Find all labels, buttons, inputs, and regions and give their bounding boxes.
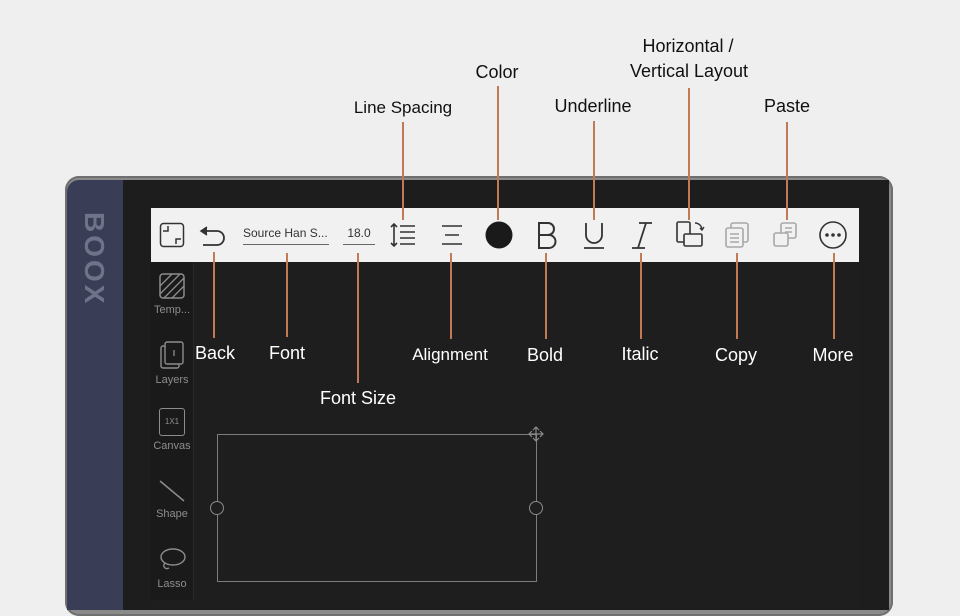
callout-alignment: Alignment <box>412 345 488 364</box>
callout-layout-line2: Vertical Layout <box>629 61 749 81</box>
paste-button[interactable] <box>769 208 801 262</box>
callout-underline: Underline <box>554 96 632 116</box>
alignment-button[interactable] <box>437 208 467 262</box>
leader-underline <box>593 121 595 220</box>
sidebar-item-canvas[interactable]: 1X1 Canvas <box>151 408 193 452</box>
sidebar-item-label: Shape <box>156 508 188 520</box>
callout-color: Color <box>475 62 519 82</box>
callout-bold: Bold <box>526 345 564 365</box>
leader-color <box>497 86 499 220</box>
canvas-size-icon: 1X1 <box>159 408 185 436</box>
layout-rotate-icon <box>676 221 705 247</box>
resize-handle-left[interactable] <box>210 501 224 515</box>
leader-bold <box>545 253 547 339</box>
leader-italic <box>640 253 642 339</box>
font-size-selector[interactable]: 18.0 <box>343 226 375 245</box>
sidebar-item-label: Canvas <box>153 440 191 452</box>
leader-font-size <box>357 253 359 383</box>
italic-icon <box>632 222 652 249</box>
callout-back: Back <box>194 343 236 363</box>
lasso-icon <box>160 548 186 570</box>
paste-icon <box>773 222 797 247</box>
callout-copy: Copy <box>714 345 758 365</box>
callout-font: Font <box>268 343 306 363</box>
sidebar-item-shape[interactable]: Shape <box>151 478 193 520</box>
leader-alignment <box>450 253 452 339</box>
italic-button[interactable] <box>627 208 657 262</box>
layout-toggle-button[interactable] <box>673 208 707 262</box>
brand-logo: BOOX <box>79 212 110 307</box>
sidebar-item-layers[interactable]: Layers <box>151 340 193 386</box>
move-handle-icon[interactable] <box>528 426 544 442</box>
sidebar-item-label: Lasso <box>157 578 187 590</box>
leader-more <box>833 253 835 339</box>
callout-layout-line1: Horizontal / <box>642 36 734 56</box>
callout-more: More <box>812 345 854 365</box>
sidebar-item-template[interactable]: Temp... <box>151 272 193 316</box>
resize-handle-right[interactable] <box>529 501 543 515</box>
leader-paste <box>786 122 788 220</box>
underline-icon <box>584 223 604 249</box>
sidebar-item-label: Layers <box>155 374 189 386</box>
layers-icon <box>160 341 184 369</box>
template-hatch-icon <box>159 273 185 299</box>
callout-line-spacing: Line Spacing <box>353 98 453 117</box>
callout-font-size: Font Size <box>319 388 397 408</box>
line-shape-icon <box>159 480 185 502</box>
sidebar-item-label: Temp... <box>153 304 191 316</box>
bold-icon <box>538 222 557 249</box>
more-dots-icon <box>819 221 847 249</box>
leader-back <box>213 252 215 338</box>
color-button[interactable] <box>483 208 515 262</box>
callout-paste: Paste <box>763 96 811 116</box>
leader-line-spacing <box>402 122 404 220</box>
leader-copy <box>736 253 738 339</box>
leader-font <box>286 253 288 337</box>
sidebar-item-lasso[interactable]: Lasso <box>151 546 193 590</box>
align-icon <box>442 225 462 245</box>
canvas-size-text: 1X1 <box>164 417 180 426</box>
collapse-icon <box>159 222 185 248</box>
line-spacing-icon <box>390 222 415 248</box>
font-selector[interactable]: Source Han S... <box>243 226 329 245</box>
text-box[interactable] <box>217 434 537 582</box>
leader-layout <box>688 88 690 220</box>
collapse-button[interactable] <box>157 208 187 262</box>
callout-italic: Italic <box>621 344 659 364</box>
copy-icon <box>725 222 749 248</box>
undo-arrow-icon <box>199 226 225 246</box>
color-circle-icon <box>485 221 513 249</box>
